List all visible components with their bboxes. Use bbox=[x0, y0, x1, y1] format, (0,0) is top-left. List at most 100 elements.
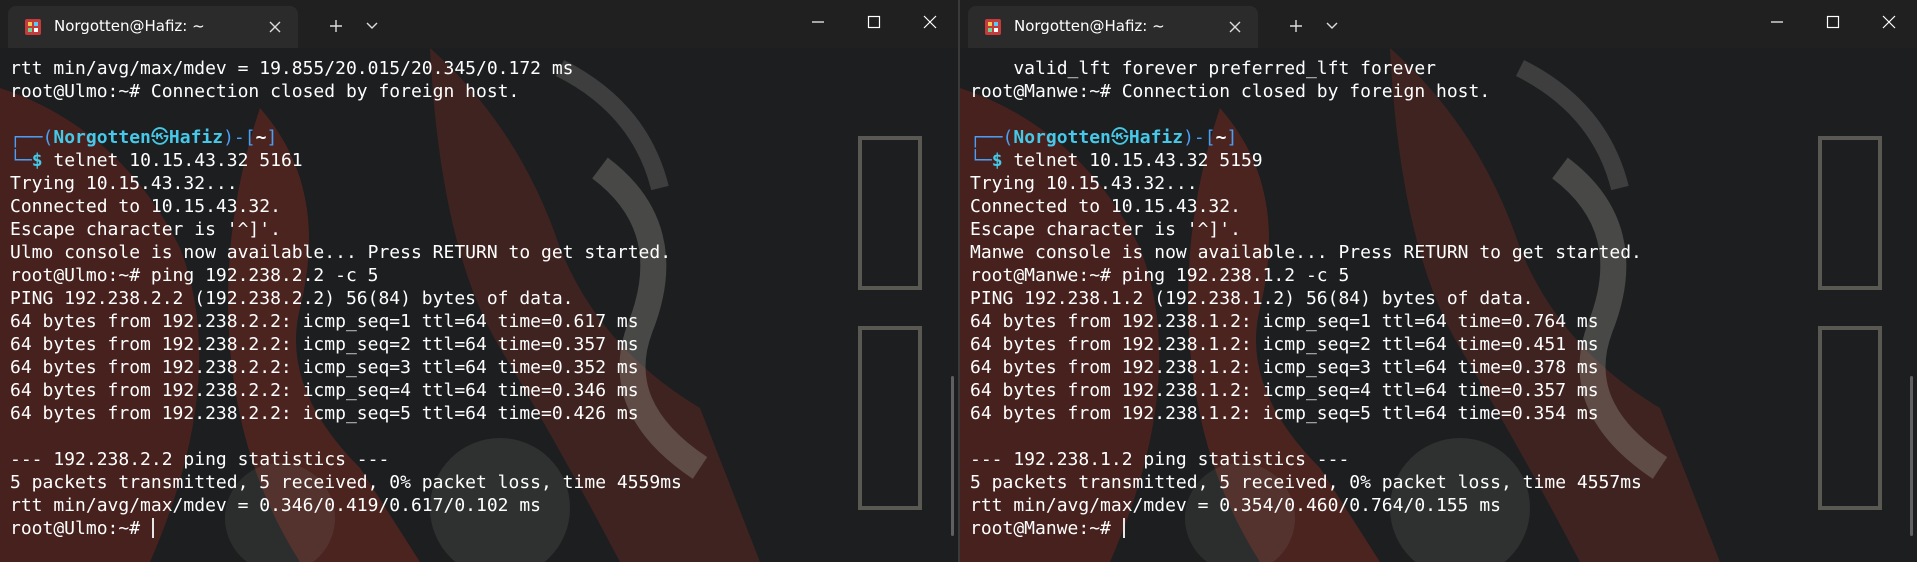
terminal-line: Escape character is '^]'. bbox=[970, 218, 1642, 241]
minimize-icon[interactable] bbox=[1749, 0, 1805, 44]
terminal-window-left: Norgotten@Hafiz: ~ rtt min/avg/max/mdev … bbox=[0, 0, 958, 562]
maximize-icon[interactable] bbox=[1805, 0, 1861, 44]
prompt-host: Hafiz bbox=[1128, 127, 1184, 148]
close-icon[interactable] bbox=[1861, 0, 1917, 44]
terminal-lines: valid_lft forever preferred_lft forever r… bbox=[970, 57, 1642, 540]
terminal-app-icon bbox=[24, 18, 42, 36]
terminal-line-text: Trying 10.15.43.32... bbox=[970, 173, 1198, 194]
terminal-line: 64 bytes from 192.238.2.2: icmp_seq=3 tt… bbox=[10, 356, 682, 379]
terminal-line: 64 bytes from 192.238.2.2: icmp_seq=1 tt… bbox=[10, 310, 682, 333]
prompt-at: ㉿ bbox=[1110, 127, 1129, 148]
terminal-line-text: root@Ulmo:~# bbox=[10, 518, 151, 539]
terminal-line: Connected to 10.15.43.32. bbox=[10, 195, 682, 218]
terminal-line: PING 192.238.2.2 (192.238.2.2) 56(84) by… bbox=[10, 287, 682, 310]
terminal-line: rtt min/avg/max/mdev = 0.346/0.419/0.617… bbox=[10, 494, 682, 517]
terminal-lines: rtt min/avg/max/mdev = 19.855/20.015/20.… bbox=[10, 57, 682, 540]
terminal-line-text: root@Manwe:~# ping 192.238.1.2 -c 5 bbox=[970, 265, 1350, 286]
terminal-line: PING 192.238.1.2 (192.238.1.2) 56(84) by… bbox=[970, 287, 1642, 310]
terminal-line-text: 5 packets transmitted, 5 received, 0% pa… bbox=[970, 472, 1642, 493]
terminal-line: Trying 10.15.43.32... bbox=[970, 172, 1642, 195]
terminal-line: valid_lft forever preferred_lft forever bbox=[970, 57, 1642, 80]
terminal-line: rtt min/avg/max/mdev = 19.855/20.015/20.… bbox=[10, 57, 682, 80]
plus-icon[interactable] bbox=[1280, 10, 1312, 42]
terminal-line-text: 64 bytes from 192.238.1.2: icmp_seq=3 tt… bbox=[970, 357, 1599, 378]
terminal-line: 64 bytes from 192.238.1.2: icmp_seq=3 tt… bbox=[970, 356, 1642, 379]
terminal-line: root@Manwe:~# ping 192.238.1.2 -c 5 bbox=[970, 264, 1642, 287]
terminal-line-text: PING 192.238.2.2 (192.238.2.2) 56(84) by… bbox=[10, 288, 574, 309]
terminal-line: --- 192.238.1.2 ping statistics --- bbox=[970, 448, 1642, 471]
prompt-user: Norgotten bbox=[53, 127, 151, 148]
scrollbar[interactable] bbox=[951, 376, 954, 536]
terminal-line: 64 bytes from 192.238.1.2: icmp_seq=1 tt… bbox=[970, 310, 1642, 333]
terminal-line: Connected to 10.15.43.32. bbox=[970, 195, 1642, 218]
title-bar[interactable]: Norgotten@Hafiz: ~ bbox=[0, 0, 958, 48]
terminal-line-text: valid_lft forever preferred_lft forever bbox=[970, 58, 1436, 79]
terminal-line: 64 bytes from 192.238.2.2: icmp_seq=4 tt… bbox=[10, 379, 682, 402]
prompt-command-line: └─$ telnet 10.15.43.32 5161 bbox=[10, 149, 682, 172]
terminal-line-text: 64 bytes from 192.238.1.2: icmp_seq=5 tt… bbox=[970, 403, 1599, 424]
terminal-line-text: 5 packets transmitted, 5 received, 0% pa… bbox=[10, 472, 682, 493]
prompt-dollar: $ bbox=[31, 150, 54, 171]
text-cursor bbox=[151, 518, 154, 538]
terminal-line: root@Ulmo:~# Connection closed by foreig… bbox=[10, 80, 682, 103]
minimize-icon[interactable] bbox=[790, 0, 846, 44]
terminal-line-text: Manwe console is now available... Press … bbox=[970, 242, 1642, 263]
terminal-line-text: 64 bytes from 192.238.2.2: icmp_seq=1 tt… bbox=[10, 311, 639, 332]
prompt-user: Norgotten bbox=[1013, 127, 1111, 148]
terminal-line: root@Ulmo:~# ping 192.238.2.2 -c 5 bbox=[10, 264, 682, 287]
terminal-line-text: Escape character is '^]'. bbox=[970, 219, 1241, 240]
terminal-line-text: root@Ulmo:~# Connection closed by foreig… bbox=[10, 81, 520, 102]
terminal-line-text: 64 bytes from 192.238.1.2: icmp_seq=2 tt… bbox=[970, 334, 1599, 355]
prompt-dir: ~ bbox=[1215, 127, 1227, 148]
prompt-open: ┌──( bbox=[10, 127, 54, 148]
terminal-line-text: Escape character is '^]'. bbox=[10, 219, 281, 240]
terminal-line-text: root@Manwe:~# bbox=[970, 518, 1122, 539]
terminal-line-text: root@Manwe:~# Connection closed by forei… bbox=[970, 81, 1491, 102]
tab-terminal[interactable]: Norgotten@Hafiz: ~ bbox=[8, 6, 298, 48]
terminal-line-text: 64 bytes from 192.238.2.2: icmp_seq=2 tt… bbox=[10, 334, 639, 355]
prompt-dir: ~ bbox=[255, 127, 267, 148]
prompt-command: telnet 10.15.43.32 5161 bbox=[53, 150, 303, 171]
tab-title: Norgotten@Hafiz: ~ bbox=[1014, 17, 1165, 35]
terminal-line: Manwe console is now available... Press … bbox=[970, 241, 1642, 264]
close-icon[interactable] bbox=[262, 14, 288, 40]
close-icon[interactable] bbox=[1222, 14, 1248, 40]
terminal-output-area[interactable]: valid_lft forever preferred_lft forever r… bbox=[960, 48, 1917, 562]
maximize-icon[interactable] bbox=[846, 0, 902, 44]
terminal-line: 64 bytes from 192.238.2.2: icmp_seq=2 tt… bbox=[10, 333, 682, 356]
terminal-line: 64 bytes from 192.238.2.2: icmp_seq=5 tt… bbox=[10, 402, 682, 425]
terminal-line: Trying 10.15.43.32... bbox=[10, 172, 682, 195]
prompt-header-line: ┌──(Norgotten㉿Hafiz)-[~] bbox=[10, 126, 682, 149]
tab-terminal[interactable]: Norgotten@Hafiz: ~ bbox=[968, 6, 1258, 48]
terminal-window-right: Norgotten@Hafiz: ~ valid_lft forever pre… bbox=[960, 0, 1917, 562]
terminal-line-text: Ulmo console is now available... Press R… bbox=[10, 242, 672, 263]
chevron-down-icon[interactable] bbox=[1316, 10, 1348, 42]
prompt-open: ┌──( bbox=[970, 127, 1014, 148]
terminal-line-text: 64 bytes from 192.238.1.2: icmp_seq=1 tt… bbox=[970, 311, 1599, 332]
terminal-line: root@Manwe:~# Connection closed by forei… bbox=[970, 80, 1642, 103]
terminal-line-text: 64 bytes from 192.238.2.2: icmp_seq=4 tt… bbox=[10, 380, 639, 401]
prompt-close: ] bbox=[266, 127, 278, 148]
terminal-line: root@Manwe:~# bbox=[970, 517, 1642, 540]
prompt-close: ] bbox=[1226, 127, 1238, 148]
chevron-down-icon[interactable] bbox=[356, 10, 388, 42]
terminal-line: --- 192.238.2.2 ping statistics --- bbox=[10, 448, 682, 471]
terminal-line-text: 64 bytes from 192.238.2.2: icmp_seq=3 tt… bbox=[10, 357, 639, 378]
terminal-app-icon bbox=[984, 18, 1002, 36]
plus-icon[interactable] bbox=[320, 10, 352, 42]
terminal-line: Escape character is '^]'. bbox=[10, 218, 682, 241]
scrollbar[interactable] bbox=[1910, 376, 1913, 536]
terminal-line-text: rtt min/avg/max/mdev = 0.354/0.460/0.764… bbox=[970, 495, 1502, 516]
prompt-mid: )-[ bbox=[223, 127, 256, 148]
terminal-line: Ulmo console is now available... Press R… bbox=[10, 241, 682, 264]
terminal-output-area[interactable]: rtt min/avg/max/mdev = 19.855/20.015/20.… bbox=[0, 48, 958, 562]
prompt-mid: )-[ bbox=[1183, 127, 1216, 148]
terminal-line: rtt min/avg/max/mdev = 0.354/0.460/0.764… bbox=[970, 494, 1642, 517]
terminal-line: 5 packets transmitted, 5 received, 0% pa… bbox=[970, 471, 1642, 494]
close-icon[interactable] bbox=[902, 0, 958, 44]
tab-title: Norgotten@Hafiz: ~ bbox=[54, 17, 205, 35]
title-bar[interactable]: Norgotten@Hafiz: ~ bbox=[960, 0, 1917, 48]
terminal-line-text: --- 192.238.1.2 ping statistics --- bbox=[970, 449, 1350, 470]
